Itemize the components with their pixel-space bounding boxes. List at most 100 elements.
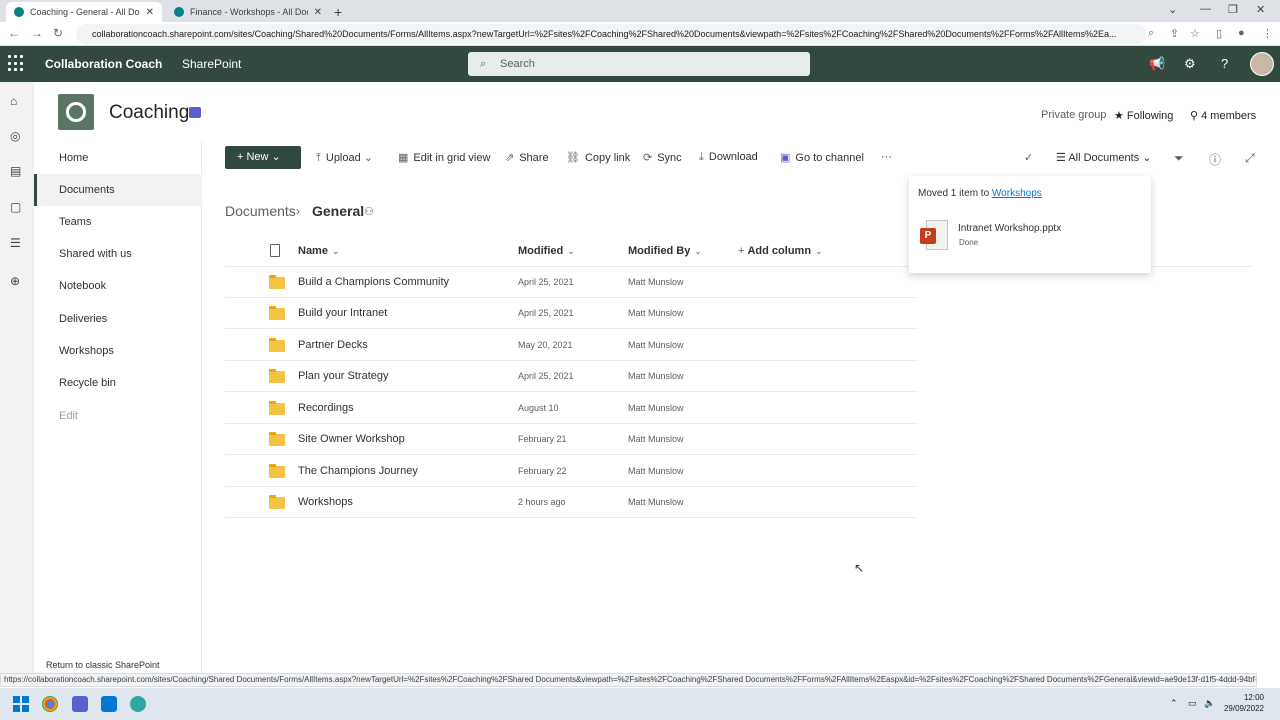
windows-start-icon[interactable] bbox=[13, 696, 29, 712]
return-classic-link[interactable]: Return to classic SharePoint bbox=[46, 660, 160, 670]
row-name[interactable]: Workshops bbox=[298, 496, 353, 508]
side-panel-icon[interactable]: ▯ bbox=[1216, 27, 1222, 40]
zoom-icon[interactable]: ⌕ bbox=[1148, 27, 1154, 40]
info-icon[interactable]: ⓘ bbox=[1209, 151, 1221, 168]
more-options-icon[interactable]: ··· bbox=[881, 151, 892, 163]
table-row[interactable]: Build a Champions Community April 25, 202… bbox=[225, 267, 918, 298]
system-clock[interactable]: 12:00 29/09/2022 bbox=[1224, 692, 1264, 714]
announcement-icon[interactable]: 📢 bbox=[1149, 56, 1165, 72]
nav-item-deliveries[interactable]: Deliveries bbox=[59, 313, 107, 325]
settings-gear-icon[interactable]: ⚙ bbox=[1184, 56, 1196, 72]
files-icon[interactable]: ▢ bbox=[10, 200, 21, 214]
upload-button[interactable]: ⤒ Upload ⌄ bbox=[316, 151, 378, 165]
go-to-channel-button[interactable]: ▣ Go to channel bbox=[780, 151, 864, 164]
new-tab-icon[interactable]: + bbox=[334, 4, 342, 20]
avatar[interactable] bbox=[1250, 52, 1274, 76]
row-name[interactable]: Recordings bbox=[298, 402, 354, 414]
chrome-icon[interactable] bbox=[42, 696, 58, 712]
lists-icon[interactable]: ☰ bbox=[10, 236, 21, 250]
create-icon[interactable]: ⊕ bbox=[10, 274, 20, 288]
bookmark-star-icon[interactable]: ☆ bbox=[1190, 27, 1200, 40]
filter-icon[interactable]: ⏷ bbox=[1174, 151, 1184, 166]
nav-item-recycle-bin[interactable]: Recycle bin bbox=[59, 377, 116, 389]
minimize-icon[interactable]: — bbox=[1200, 3, 1211, 15]
column-modified[interactable]: Modified ⌄ bbox=[518, 245, 575, 257]
row-name[interactable]: Build a Champions Community bbox=[298, 276, 449, 288]
outlook-icon[interactable] bbox=[101, 696, 117, 712]
table-row[interactable]: Workshops 2 hours ago Matt Munslow bbox=[225, 487, 918, 518]
forward-icon[interactable]: → bbox=[31, 26, 43, 40]
download-button[interactable]: ⤓ Download bbox=[699, 151, 758, 164]
url-field[interactable]: collaborationcoach.sharepoint.com/sites/… bbox=[76, 24, 1146, 44]
edge-icon[interactable] bbox=[130, 696, 146, 712]
nav-item-documents[interactable]: Documents bbox=[59, 184, 115, 196]
nav-item-workshops[interactable]: Workshops bbox=[59, 345, 114, 357]
row-modified-by[interactable]: Matt Munslow bbox=[628, 434, 684, 444]
add-column-button[interactable]: + Add column ⌄ bbox=[738, 245, 823, 257]
close-window-icon[interactable]: ✕ bbox=[1256, 3, 1265, 16]
site-title[interactable]: Coaching bbox=[109, 102, 189, 124]
nav-edit-link[interactable]: Edit bbox=[59, 410, 78, 422]
copy-link-button[interactable]: ⛓ Copy link bbox=[566, 151, 630, 164]
tab-search-icon[interactable]: ⌄ bbox=[1168, 3, 1177, 16]
new-button[interactable]: + New ⌄ bbox=[225, 146, 301, 169]
nav-item-teams[interactable]: Teams bbox=[59, 216, 91, 228]
members-button[interactable]: ⚲ 4 members bbox=[1190, 109, 1256, 122]
maximize-icon[interactable]: ❐ bbox=[1228, 3, 1238, 16]
help-icon[interactable]: ? bbox=[1221, 56, 1228, 71]
org-name[interactable]: Collaboration Coach bbox=[45, 57, 162, 71]
teams-app-icon[interactable] bbox=[72, 696, 88, 712]
nav-item-home[interactable]: Home bbox=[59, 152, 88, 164]
expand-icon[interactable]: ⤢ bbox=[1245, 151, 1255, 166]
file-type-icon[interactable] bbox=[270, 244, 280, 257]
table-row[interactable]: Plan your Strategy April 25, 2021 Matt Mun… bbox=[225, 361, 918, 392]
app-launcher-icon[interactable] bbox=[8, 55, 26, 73]
table-row[interactable]: Build your Intranet April 25, 2021 Matt Mu… bbox=[225, 298, 918, 329]
network-icon[interactable]: ▭ bbox=[1188, 698, 1197, 709]
nav-item-shared-with-us[interactable]: Shared with us bbox=[59, 248, 132, 260]
table-row[interactable]: The Champions Journey February 22 Matt Mun… bbox=[225, 456, 918, 487]
column-modified-by[interactable]: Modified By ⌄ bbox=[628, 245, 702, 257]
close-tab-icon[interactable]: ✕ bbox=[146, 7, 154, 18]
sync-button[interactable]: ⟳ Sync bbox=[643, 151, 682, 164]
row-modified-by[interactable]: Matt Munslow bbox=[628, 340, 684, 350]
check-icon[interactable]: ✓ bbox=[1024, 151, 1033, 164]
teams-icon[interactable] bbox=[189, 107, 201, 118]
moved-file-name[interactable]: Intranet Workshop.pptx bbox=[958, 223, 1061, 234]
table-row[interactable]: Partner Decks May 20, 2021 Matt Munslow bbox=[225, 330, 918, 361]
view-selector[interactable]: ☰ All Documents ⌄ bbox=[1056, 151, 1152, 164]
row-name[interactable]: Site Owner Workshop bbox=[298, 433, 405, 445]
share-button[interactable]: ⇗ Share bbox=[505, 151, 549, 164]
browser-tab-coaching[interactable]: Coaching - General - All Docume ✕ bbox=[6, 2, 162, 22]
volume-icon[interactable]: 🔈 bbox=[1204, 698, 1215, 709]
app-name[interactable]: SharePoint bbox=[182, 57, 241, 71]
share-page-icon[interactable]: ⇪ bbox=[1170, 27, 1179, 40]
row-name[interactable]: Plan your Strategy bbox=[298, 370, 389, 382]
column-name[interactable]: Name ⌄ bbox=[298, 245, 340, 257]
row-name[interactable]: Partner Decks bbox=[298, 339, 368, 351]
home-sites-icon[interactable]: ⌂ bbox=[10, 94, 17, 108]
back-icon[interactable]: ← bbox=[8, 26, 20, 40]
row-modified-by[interactable]: Matt Munslow bbox=[628, 497, 684, 507]
table-row[interactable]: Recordings August 10 Matt Munslow bbox=[225, 393, 918, 424]
profile-icon[interactable]: ● bbox=[1238, 27, 1245, 39]
site-logo[interactable] bbox=[58, 94, 94, 130]
workshops-link[interactable]: Workshops bbox=[992, 188, 1042, 199]
menu-dots-icon[interactable]: ⋮ bbox=[1262, 27, 1273, 40]
tray-chevron-icon[interactable]: ⌃ bbox=[1170, 698, 1178, 709]
row-modified-by[interactable]: Matt Munslow bbox=[628, 277, 684, 287]
following-button[interactable]: ★ Following bbox=[1114, 109, 1173, 122]
browser-tab-finance[interactable]: Finance - Workshops - All Docum ✕ bbox=[166, 2, 330, 22]
breadcrumb-documents[interactable]: Documents bbox=[225, 203, 296, 219]
row-modified-by[interactable]: Matt Munslow bbox=[628, 466, 684, 476]
news-icon[interactable]: ▤ bbox=[10, 164, 21, 178]
row-name[interactable]: The Champions Journey bbox=[298, 465, 418, 477]
people-icon[interactable]: ⚇ bbox=[364, 205, 374, 218]
search-input[interactable]: ⌕ Search bbox=[468, 52, 810, 76]
reload-icon[interactable]: ↻ bbox=[53, 26, 63, 40]
nav-item-notebook[interactable]: Notebook bbox=[59, 280, 106, 292]
row-modified-by[interactable]: Matt Munslow bbox=[628, 371, 684, 381]
row-modified-by[interactable]: Matt Munslow bbox=[628, 403, 684, 413]
close-tab-icon[interactable]: ✕ bbox=[314, 7, 322, 18]
row-modified-by[interactable]: Matt Munslow bbox=[628, 308, 684, 318]
